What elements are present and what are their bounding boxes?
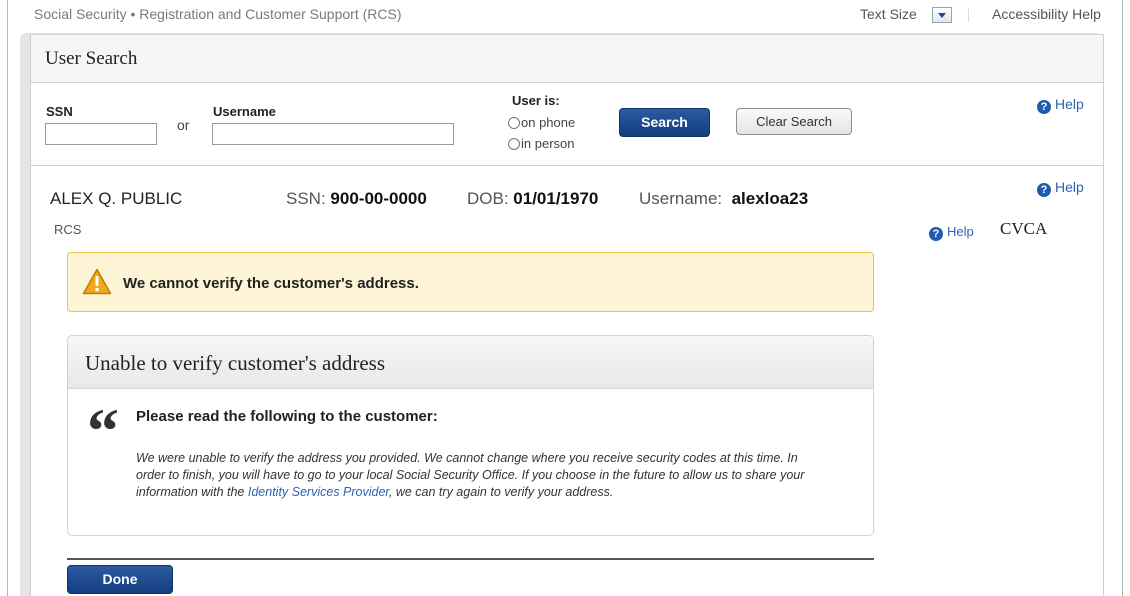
quote-icon: “	[87, 395, 119, 466]
user-is-label: User is:	[512, 93, 560, 108]
cvca-help-link[interactable]: ? Help	[929, 224, 974, 241]
script-text-after: , we can try again to verify your addres…	[388, 485, 614, 499]
divider	[67, 558, 874, 560]
chevron-down-icon	[938, 13, 946, 18]
help-label: Help	[1055, 179, 1084, 195]
text-size-label: Text Size	[860, 6, 917, 22]
page-title: User Search	[45, 48, 138, 69]
alert-message: We cannot verify the customer's address.	[123, 275, 419, 292]
or-label: or	[177, 117, 190, 133]
ssn-label: SSN	[46, 104, 73, 119]
clear-search-button[interactable]: Clear Search	[736, 108, 852, 135]
search-help-link[interactable]: ? Help	[1037, 96, 1084, 114]
help-icon: ?	[1037, 183, 1051, 197]
help-label: Help	[947, 224, 974, 239]
divider	[968, 8, 969, 22]
panel-header: Unable to verify customer's address	[68, 336, 873, 389]
accessibility-help-link[interactable]: Accessibility Help	[992, 6, 1101, 22]
text-size-dropdown[interactable]	[932, 7, 952, 23]
in-person-radio[interactable]	[508, 138, 520, 150]
ssn-input[interactable]	[45, 123, 157, 145]
search-button[interactable]: Search	[619, 108, 710, 137]
username-input[interactable]	[212, 123, 454, 145]
done-button[interactable]: Done	[67, 565, 173, 594]
customer-username: Username: alexloa23	[639, 189, 808, 209]
help-label: Help	[1055, 96, 1084, 112]
username-label: Username	[213, 104, 276, 119]
ssn-value: 900-00-0000	[330, 189, 427, 208]
in-person-label: in person	[521, 136, 575, 151]
dob-value: 01/01/1970	[513, 189, 599, 208]
warning-icon	[82, 268, 112, 300]
on-phone-label: on phone	[521, 115, 576, 130]
script-text: We were unable to verify the address you…	[136, 450, 826, 501]
panel-title: Unable to verify customer's address	[85, 351, 386, 375]
script-panel: Unable to verify customer's address “ Pl…	[67, 335, 874, 536]
identity-services-provider-link[interactable]: Identity Services Provider	[248, 485, 389, 499]
on-phone-radio[interactable]	[508, 117, 520, 129]
read-instruction: Please read the following to the custome…	[136, 408, 438, 425]
username-info-label: Username:	[639, 189, 723, 208]
help-icon: ?	[1037, 100, 1051, 114]
help-icon: ?	[929, 227, 943, 241]
top-bar: Social Security • Registration and Custo…	[8, 0, 1122, 32]
user-search-header: User Search	[30, 34, 1104, 82]
customer-ssn: SSN: 900-00-0000	[286, 189, 427, 209]
dob-label: DOB:	[467, 189, 509, 208]
warning-alert: We cannot verify the customer's address.	[67, 252, 874, 312]
ssn-info-label: SSN:	[286, 189, 326, 208]
cvca-label: CVCA	[1000, 219, 1048, 238]
customer-help-link[interactable]: ? Help	[1037, 179, 1084, 197]
rcs-label: RCS	[54, 222, 82, 237]
customer-dob: DOB: 01/01/1970	[467, 189, 598, 209]
customer-name: ALEX Q. PUBLIC	[50, 189, 183, 208]
site-title: Social Security • Registration and Custo…	[34, 6, 402, 22]
username-value: alexloa23	[731, 189, 809, 208]
